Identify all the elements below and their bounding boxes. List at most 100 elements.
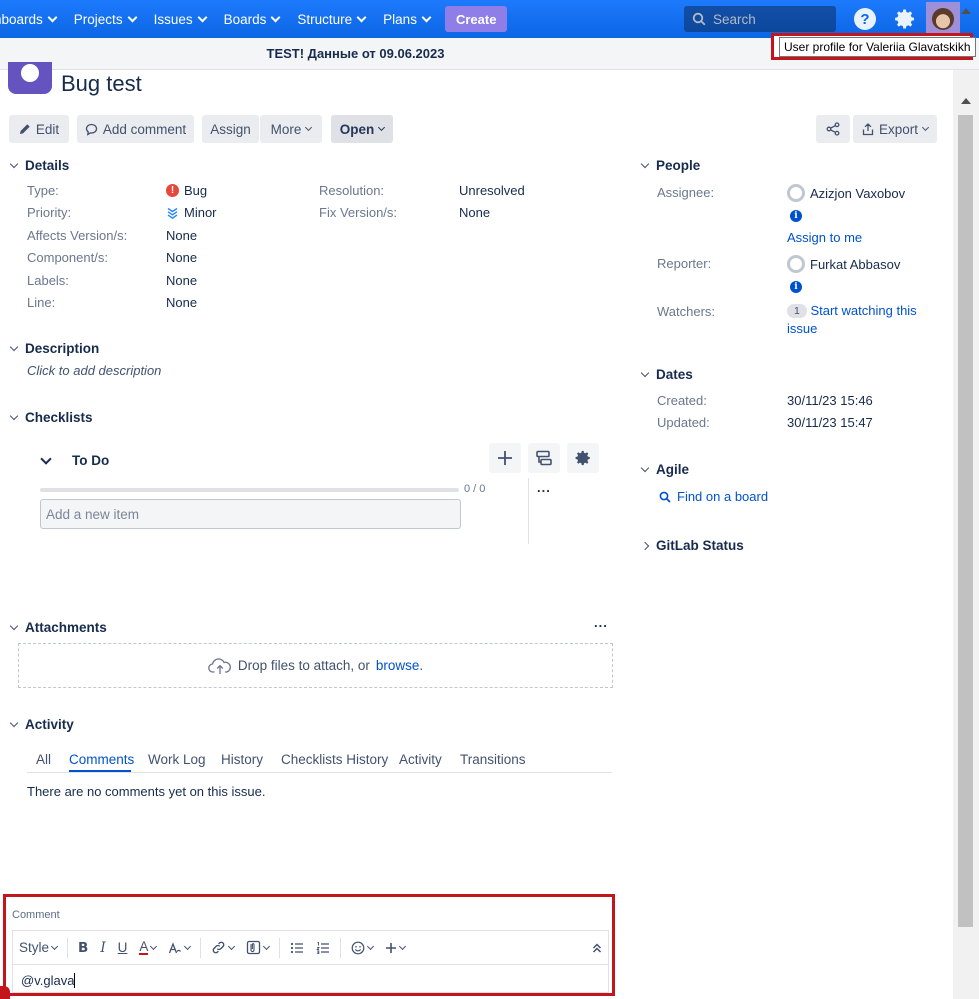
nav-boards[interactable]: Boards (215, 0, 289, 38)
text-color-swatch: A (139, 939, 149, 955)
style-label: Style (19, 940, 50, 955)
assignee-value[interactable]: Azizjon Vaxobov (787, 184, 905, 202)
status-label: Open (339, 121, 375, 137)
issue-title[interactable]: Bug test (61, 71, 142, 97)
scrollbar-thumb[interactable] (958, 115, 973, 927)
info-icon[interactable]: i (790, 210, 802, 222)
labels-value[interactable]: None (166, 273, 197, 288)
text-style-dropdown[interactable]: Style (13, 931, 63, 965)
emoji-icon[interactable] (345, 931, 379, 965)
more-formatting-icon[interactable] (162, 931, 196, 965)
help-icon[interactable]: ? (854, 8, 876, 30)
assign-to-me-link[interactable]: Assign to me (787, 230, 862, 245)
italic-icon[interactable]: I (94, 931, 111, 965)
text-color-icon[interactable]: A (133, 931, 162, 965)
reporter-label: Reporter: (657, 256, 712, 271)
find-on-board-link[interactable]: Find on a board (659, 489, 768, 504)
status-open-button[interactable]: Open (331, 115, 393, 143)
description-section-toggle[interactable]: Description (9, 341, 99, 356)
checklist-settings-button[interactable] (567, 443, 599, 473)
type-value[interactable]: ! Bug (166, 183, 207, 198)
checklist-new-item-input[interactable] (40, 499, 461, 529)
line-value[interactable]: None (166, 295, 197, 310)
add-checklist-item-button[interactable] (489, 443, 521, 473)
priority-value-text: Minor (184, 205, 217, 220)
scroll-up-arrow[interactable] (961, 8, 971, 14)
share-button[interactable] (816, 115, 850, 143)
search-input[interactable] (713, 11, 823, 27)
watchers-value[interactable]: 1 Start watching this issue (787, 302, 927, 338)
share-icon (826, 122, 840, 136)
underline-icon[interactable]: U (112, 931, 134, 965)
toolbar-divider (279, 937, 281, 958)
user-avatar[interactable] (926, 2, 960, 36)
attachment-dropzone[interactable]: Drop files to attach, or browse. (18, 643, 613, 688)
tab-all[interactable]: All (36, 752, 51, 767)
no-comments-message: There are no comments yet on this issue. (27, 784, 266, 799)
assign-button[interactable]: Assign (202, 115, 259, 143)
add-comment-button[interactable]: Add comment (77, 115, 194, 143)
page-scrollbar[interactable] (953, 8, 979, 999)
details-section-toggle[interactable]: Details (9, 158, 69, 173)
nav-issues[interactable]: Issues (145, 0, 215, 38)
tab-activity[interactable]: Activity (399, 752, 442, 767)
resolution-label: Resolution: (319, 183, 385, 198)
project-avatar[interactable] (8, 62, 52, 94)
description-placeholder[interactable]: Click to add description (27, 363, 161, 378)
checklist-templates-button[interactable] (528, 443, 560, 473)
info-icon[interactable]: i (790, 281, 802, 293)
dropzone-text: Drop files to attach, or (237, 658, 370, 673)
nav-structure[interactable]: Structure (288, 0, 374, 38)
browse-link[interactable]: browse. (376, 658, 423, 673)
more-button[interactable]: More (260, 115, 322, 143)
nav-plans[interactable]: Plans (374, 0, 439, 38)
checklists-section-toggle[interactable]: Checklists (9, 410, 93, 425)
link-icon[interactable] (205, 931, 240, 965)
created-label: Created: (657, 393, 707, 408)
dates-section-toggle[interactable]: Dates (640, 367, 693, 382)
gear-icon[interactable] (893, 7, 917, 31)
tab-checklists-history[interactable]: Checklists History (281, 752, 388, 767)
nav-boards-label: Boards (223, 11, 267, 27)
insert-more-icon[interactable] (379, 931, 411, 965)
resolution-value: Unresolved (459, 183, 525, 198)
fix-version-value[interactable]: None (459, 205, 490, 220)
link-glyph-icon (213, 941, 225, 954)
tab-transitions[interactable]: Transitions (460, 752, 526, 767)
tab-comments[interactable]: Comments (69, 752, 134, 767)
chevron-down-icon (399, 942, 407, 950)
agile-section-toggle[interactable]: Agile (640, 462, 689, 477)
checklist-todo-toggle[interactable]: To Do (40, 453, 109, 468)
tab-history[interactable]: History (221, 752, 263, 767)
people-section-toggle[interactable]: People (640, 158, 700, 173)
nav-projects[interactable]: Projects (65, 0, 145, 38)
reporter-value[interactable]: Furkat Abbasov (787, 255, 900, 273)
find-on-board-label: Find on a board (677, 489, 769, 504)
create-button[interactable]: Create (444, 6, 508, 32)
checklist-more-menu[interactable]: ... (537, 480, 551, 495)
nav-dashboards[interactable]: hboards (0, 0, 65, 38)
component-value[interactable]: None (166, 250, 197, 265)
gitlab-section-toggle[interactable]: GitLab Status (640, 538, 744, 553)
chevron-down-icon (378, 123, 386, 132)
attachment-icon[interactable] (240, 931, 275, 965)
attachments-section-toggle[interactable]: Attachments (9, 620, 107, 635)
export-button[interactable]: Export (853, 115, 937, 143)
start-watching-link[interactable]: Start watching this issue (787, 303, 917, 336)
tab-work-log[interactable]: Work Log (148, 752, 206, 767)
gear-icon (575, 450, 590, 466)
bold-icon[interactable]: B (72, 931, 94, 965)
chevron-down-icon (184, 942, 192, 950)
scroll-up-button[interactable] (961, 98, 971, 104)
activity-section-toggle[interactable]: Activity (9, 717, 74, 732)
assignee-name: Azizjon Vaxobov (810, 185, 906, 201)
search-box[interactable] (684, 6, 836, 32)
numbered-list-icon[interactable] (310, 931, 336, 965)
collapse-toolbar-icon[interactable] (586, 931, 608, 965)
edit-button[interactable]: Edit (9, 115, 69, 143)
chevron-down-icon (127, 12, 138, 22)
bullet-list-icon[interactable] (284, 931, 310, 965)
comment-text-area[interactable]: @v.glava (12, 964, 609, 993)
attachments-more-menu[interactable]: ... (594, 615, 608, 630)
priority-value[interactable]: Minor (166, 205, 217, 220)
